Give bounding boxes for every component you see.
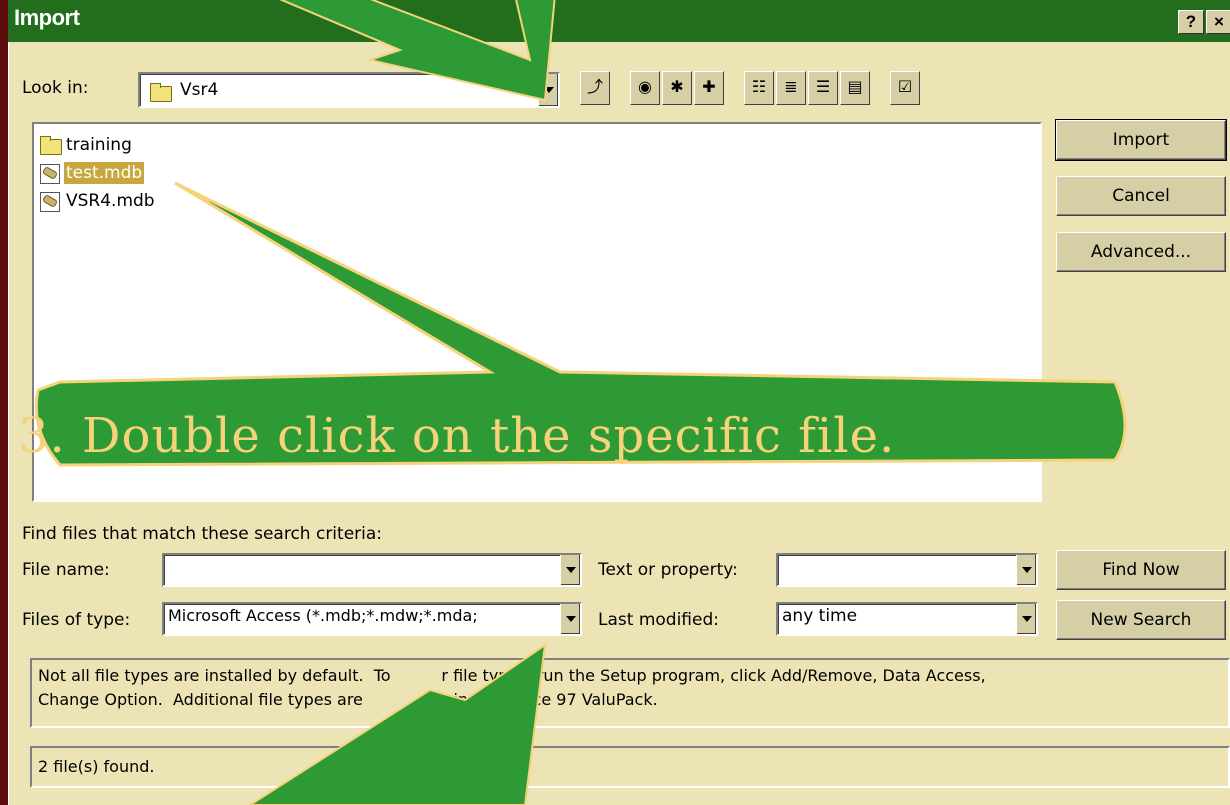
add-to-favorites-icon[interactable]: ✚: [694, 71, 724, 105]
file-name: VSR4.mdb: [66, 191, 155, 211]
file-name-label: File name:: [22, 560, 110, 580]
look-in-label: Look in:: [22, 78, 89, 98]
up-one-level-icon[interactable]: ⤴: [580, 71, 610, 105]
info-line-2: Change Option. Additional file types are…: [38, 690, 658, 709]
file-name: test.mdb: [64, 162, 145, 184]
file-name-dropdown-button[interactable]: [560, 555, 580, 585]
last-modified-value: any time: [782, 606, 858, 626]
background-stripe: [0, 0, 8, 805]
text-property-label: Text or property:: [598, 560, 738, 580]
file-name: training: [66, 135, 132, 155]
help-button[interactable]: ?: [1178, 10, 1204, 34]
commands-settings-icon[interactable]: ☑: [890, 71, 920, 105]
import-dialog: Import ? × Look in: Vsr4 ⤴ ◉ ✱ ✚ ☷ ≣ ☰ ▤…: [8, 0, 1230, 805]
instruction-callout-text: 3. Double click on the specific file.: [18, 408, 896, 464]
find-now-button[interactable]: Find Now: [1056, 550, 1226, 590]
file-name-input[interactable]: [162, 553, 582, 587]
look-in-dropdown-button[interactable]: [538, 74, 558, 106]
look-in-favorites-icon[interactable]: ✱: [662, 71, 692, 105]
close-button[interactable]: ×: [1206, 10, 1230, 34]
cancel-button[interactable]: Cancel: [1056, 176, 1226, 216]
status-text: 2 file(s) found.: [38, 757, 155, 776]
text-property-dropdown-button[interactable]: [1016, 555, 1036, 585]
status-bar: 2 file(s) found.: [30, 746, 1230, 788]
info-message-box: Not all file types are installed by defa…: [30, 658, 1230, 728]
last-modified-dropdown-button[interactable]: [1016, 604, 1036, 634]
folder-icon: [150, 83, 172, 102]
new-search-button[interactable]: New Search: [1056, 600, 1226, 640]
text-property-input[interactable]: [776, 553, 1038, 587]
dialog-title: Import: [14, 5, 80, 30]
search-web-icon[interactable]: ◉: [630, 71, 660, 105]
info-line-1: Not all file types are installed by defa…: [38, 666, 986, 685]
info-message: Not all file types are installed by defa…: [38, 664, 1223, 712]
last-modified-select[interactable]: any time: [776, 602, 1038, 636]
title-bar[interactable]: Import ? ×: [8, 0, 1230, 42]
files-of-type-value: Microsoft Access (*.mdb;*.mdw;*.mda;: [168, 606, 478, 625]
look-in-combo[interactable]: Vsr4: [138, 72, 560, 108]
properties-view-icon[interactable]: ☰: [808, 71, 838, 105]
files-of-type-label: Files of type:: [22, 610, 131, 630]
import-button[interactable]: Import: [1055, 119, 1227, 161]
last-modified-label: Last modified:: [598, 610, 719, 630]
search-criteria-heading: Find files that match these search crite…: [22, 524, 383, 544]
advanced-button[interactable]: Advanced...: [1056, 232, 1226, 272]
files-of-type-dropdown-button[interactable]: [560, 604, 580, 634]
preview-view-icon[interactable]: ▤: [840, 71, 870, 105]
files-of-type-select[interactable]: Microsoft Access (*.mdb;*.mdw;*.mda;: [162, 602, 582, 636]
details-view-icon[interactable]: ≣: [776, 71, 806, 105]
list-view-icon[interactable]: ☷: [744, 71, 774, 105]
look-in-value: Vsr4: [180, 80, 219, 100]
